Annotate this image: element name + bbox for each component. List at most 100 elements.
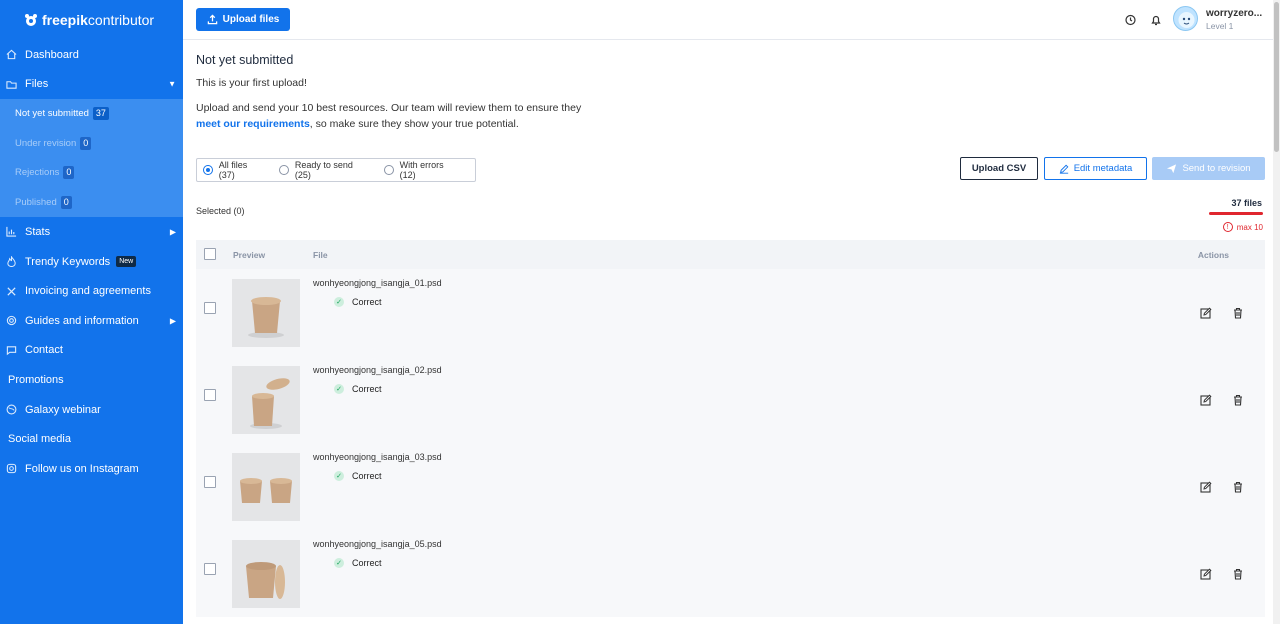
count-badge: 0 [60,195,72,209]
instagram-icon [5,463,17,475]
page-scrollbar[interactable] [1273,0,1280,624]
sidebar-item-dashboard[interactable]: Dashboard [0,40,183,70]
edit-icon[interactable] [1199,567,1213,581]
edit-metadata-button[interactable]: Edit metadata [1044,157,1147,180]
tools-icon [5,285,17,297]
sidebar-item-invoicing[interactable]: Invoicing and agreements [0,276,183,306]
flame-icon [5,256,17,268]
sidebar-item-published[interactable]: Published 0 [0,188,183,218]
section-label: Social media [8,433,71,446]
intro-tail: , so make sure they show your true poten… [309,118,519,130]
table-row: wonhyeongjong_isangja_02.psd ✓ Correct [196,356,1265,443]
row-checkbox[interactable] [204,302,216,314]
status-label: Correct [352,297,382,307]
history-icon[interactable] [1122,12,1138,28]
sidebar-item-label: Dashboard [25,48,79,61]
folder-icon [5,78,17,90]
scrollbar-thumb[interactable] [1274,2,1279,152]
sidebar-item-label: Files [25,78,49,91]
avatar[interactable] [1173,6,1198,31]
file-name: wonhyeongjong_isangja_02.psd [313,365,442,375]
file-thumbnail[interactable] [232,366,300,434]
file-name: wonhyeongjong_isangja_05.psd [313,539,442,549]
file-thumbnail[interactable] [232,279,300,347]
sidebar-item-stats[interactable]: Stats ▶ [0,217,183,247]
requirements-link[interactable]: meet our requirements [196,118,310,130]
send-to-revision-button[interactable]: Send to revision [1152,157,1265,180]
file-thumbnail[interactable] [232,540,300,608]
trash-icon[interactable] [1231,567,1245,581]
brand-light: contributor [87,12,155,28]
upload-files-label: Upload files [222,14,280,25]
upload-files-button[interactable]: Upload files [196,8,290,31]
trash-icon[interactable] [1231,480,1245,494]
filter-label: With errors (12) [399,160,444,180]
sidebar-item-guides[interactable]: Guides and information ▶ [0,306,183,336]
status-label: Correct [352,558,382,568]
row-checkbox[interactable] [204,476,216,488]
radio-selected [203,165,213,175]
trash-icon[interactable] [1231,306,1245,320]
sidebar-item-contact[interactable]: Contact [0,336,183,366]
count-badge: 37 [92,107,109,121]
sidebar-item-rejections[interactable]: Rejections 0 [0,158,183,188]
files-submenu: Not yet submitted 37 Under revision 0 Re… [0,99,183,218]
edit-icon[interactable] [1199,393,1213,407]
caret-down-icon: ▼ [168,79,176,89]
sidebar: freepik contributor Dashboard Files ▼ Not… [0,0,183,624]
brand-bold: freepik [42,12,88,28]
file-thumbnail[interactable] [232,453,300,521]
sidebar-item-label: Guides and information [25,314,139,327]
sub-item-label: Not yet submitted [15,108,89,120]
count-badge: 0 [80,136,92,150]
sidebar-item-label: Galaxy webinar [25,403,101,416]
status-badge: ✓ Correct [334,471,382,481]
row-checkbox[interactable] [204,563,216,575]
sidebar-item-label: Stats [25,225,51,238]
table-row: wonhyeongjong_isangja_01.psd ✓ Correct [196,269,1265,356]
edit-icon[interactable] [1199,306,1213,320]
check-icon: ✓ [334,384,344,394]
table-row: wonhyeongjong_isangja_03.psd ✓ Correct [196,443,1265,530]
user-menu[interactable]: worryzero... Level 1 [1206,8,1262,31]
home-icon [5,49,17,61]
filter-label: Ready to send (25) [294,160,353,180]
top-bar: Upload files worryzero... Level 1 [183,0,1273,40]
sidebar-item-files[interactable]: Files ▼ [0,70,183,100]
sub-item-label: Published [15,196,57,208]
edit-metadata-label: Edit metadata [1073,163,1133,174]
radio [279,165,289,175]
filter-with-errors[interactable]: With errors (12) [383,160,460,180]
select-all-checkbox[interactable] [204,248,216,260]
sidebar-item-not-yet-submitted[interactable]: Not yet submitted 37 [0,99,183,129]
sidebar-item-under-revision[interactable]: Under revision 0 [0,129,183,159]
file-name: wonhyeongjong_isangja_03.psd [313,452,442,462]
table-header: Preview File Actions [196,240,1265,269]
count-badge: 0 [63,166,75,180]
sub-item-label: Rejections [15,167,60,179]
filter-all-files[interactable]: All files (37) [203,160,264,180]
edit-icon[interactable] [1199,480,1213,494]
page-title: Not yet submitted [196,53,294,67]
upload-icon [207,14,217,25]
intro-body: Upload and send your 10 best resources. … [196,102,582,114]
sidebar-item-trendy-keywords[interactable]: Trendy Keywords New [0,247,183,277]
section-label: Promotions [8,373,64,386]
bell-icon[interactable] [1148,12,1164,28]
freepik-logo[interactable]: freepik contributor [0,0,183,40]
radio [383,165,394,175]
max-limit-warning: ! max 10 [1222,222,1263,232]
sidebar-section-social: Social media [0,424,183,454]
max-label: max 10 [1236,222,1263,232]
send-icon [1167,164,1177,174]
status-badge: ✓ Correct [334,297,382,307]
trash-icon[interactable] [1231,393,1245,407]
status-badge: ✓ Correct [334,558,382,568]
new-badge: New [116,256,137,268]
filter-ready-to-send[interactable]: Ready to send (25) [279,160,369,180]
sidebar-item-galaxy-webinar[interactable]: Galaxy webinar [0,395,183,425]
row-checkbox[interactable] [204,389,216,401]
upload-csv-button[interactable]: Upload CSV [960,157,1038,180]
sidebar-item-label: Follow us on Instagram [25,462,139,475]
sidebar-item-instagram[interactable]: Follow us on Instagram [0,454,183,484]
